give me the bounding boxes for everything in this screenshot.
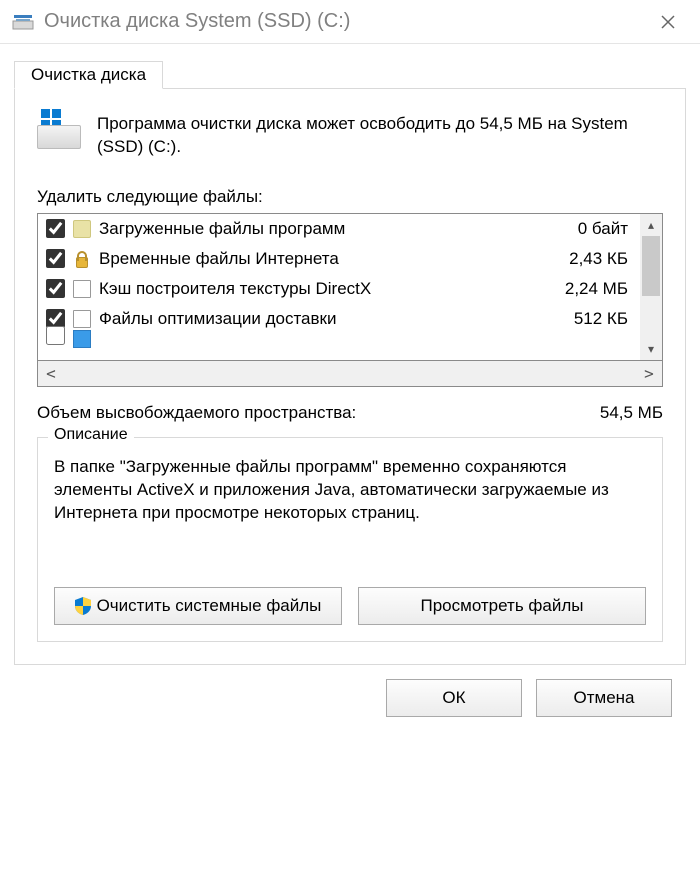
scroll-thumb[interactable]	[642, 236, 660, 296]
scroll-down-icon[interactable]: ▾	[640, 338, 662, 360]
file-icon	[73, 310, 91, 328]
list-item[interactable]: Временные файлы Интернета 2,43 КБ	[38, 244, 640, 274]
item-name: Временные файлы Интернета	[99, 249, 563, 269]
file-icon	[73, 280, 91, 298]
file-icon	[73, 330, 91, 348]
intro-text: Программа очистки диска может освободить…	[97, 113, 663, 159]
list-item[interactable]	[38, 334, 640, 354]
item-size: 0 байт	[578, 219, 634, 239]
button-label: Отмена	[574, 688, 635, 708]
vertical-scrollbar[interactable]: ▴ ▾	[640, 214, 662, 360]
item-checkbox[interactable]	[46, 219, 65, 238]
list-item[interactable]: Загруженные файлы программ 0 байт	[38, 214, 640, 244]
total-space-label: Объем высвобождаемого пространства:	[37, 403, 356, 423]
description-legend: Описание	[48, 426, 134, 444]
files-to-delete-label: Удалить следующие файлы:	[37, 187, 663, 207]
clean-system-files-button[interactable]: Очистить системные файлы	[54, 587, 342, 625]
dialog-footer: ОК Отмена	[14, 665, 686, 717]
item-checkbox[interactable]	[46, 279, 65, 298]
total-space-value: 54,5 МБ	[600, 403, 663, 423]
scroll-left-icon[interactable]: <	[40, 364, 62, 383]
list-item[interactable]: Кэш построителя текстуры DirectX 2,24 МБ	[38, 274, 640, 304]
item-name: Кэш построителя текстуры DirectX	[99, 279, 559, 299]
horizontal-scrollbar[interactable]: < >	[37, 361, 663, 387]
item-size: 2,24 МБ	[565, 279, 634, 299]
list-item[interactable]: Файлы оптимизации доставки 512 КБ	[38, 304, 640, 334]
total-space-row: Объем высвобождаемого пространства: 54,5…	[37, 403, 663, 423]
titlebar: Очистка диска System (SSD) (C:)	[0, 0, 700, 44]
item-checkbox[interactable]	[46, 326, 65, 345]
files-listbox[interactable]: Загруженные файлы программ 0 байт Времен…	[37, 213, 663, 361]
tab-disk-cleanup[interactable]: Очистка диска	[14, 61, 163, 89]
description-groupbox: Описание В папке "Загруженные файлы прог…	[37, 437, 663, 642]
button-label: ОК	[442, 688, 465, 708]
window-title: Очистка диска System (SSD) (C:)	[44, 10, 350, 33]
description-text: В папке "Загруженные файлы программ" вре…	[54, 456, 646, 525]
item-name: Загруженные файлы программ	[99, 219, 572, 239]
close-icon[interactable]	[648, 2, 688, 42]
lock-icon	[73, 250, 91, 268]
tab-panel: Очистка диска Программа очистки диска мо…	[14, 88, 686, 665]
view-files-button[interactable]: Просмотреть файлы	[358, 587, 646, 625]
shield-icon	[75, 597, 91, 615]
item-name: Файлы оптимизации доставки	[99, 309, 568, 329]
button-label: Очистить системные файлы	[97, 596, 322, 616]
disk-cleanup-icon	[12, 11, 34, 33]
item-size: 512 КБ	[574, 309, 634, 329]
intro-section: Программа очистки диска может освободить…	[37, 113, 663, 159]
button-label: Просмотреть файлы	[421, 596, 584, 616]
scroll-up-icon[interactable]: ▴	[640, 214, 662, 236]
ok-button[interactable]: ОК	[386, 679, 522, 717]
cancel-button[interactable]: Отмена	[536, 679, 672, 717]
item-checkbox[interactable]	[46, 249, 65, 268]
folder-icon	[73, 220, 91, 238]
item-size: 2,43 КБ	[569, 249, 634, 269]
drive-icon	[37, 113, 81, 149]
scroll-right-icon[interactable]: >	[638, 364, 660, 383]
